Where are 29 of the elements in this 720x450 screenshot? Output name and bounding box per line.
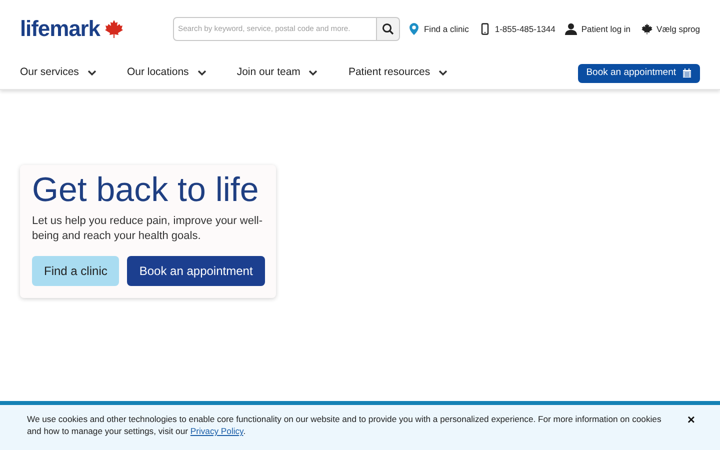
utility-link[interactable]: Find a clinic — [408, 22, 469, 36]
close-button[interactable]: × — [687, 413, 695, 426]
utility-link[interactable]: Vælg sprog — [640, 22, 700, 36]
chevron-down-icon — [438, 68, 448, 78]
person-icon — [565, 23, 578, 35]
nav-menu-item[interactable]: Join our team — [236, 65, 318, 81]
find-clinic-button[interactable]: Find a clinic — [32, 256, 120, 286]
cookie-notice-text: We use cookies and other technologies to enable core functionality on our website and to provide you with a personalized experience. For more information on cookies and how to manage your settings, visit our Privacy Policy. — [27, 413, 662, 437]
chevron-down-icon — [308, 68, 318, 78]
logo-wordmark[interactable]: lifemark — [20, 18, 100, 40]
maple-leaf-icon — [104, 19, 124, 39]
hero-title: Get back to life — [32, 171, 260, 210]
privacy-policy-link[interactable]: Privacy Policy — [190, 426, 244, 436]
chevron-down-icon — [196, 68, 207, 78]
book-appointment-button[interactable]: Book an appointment — [578, 64, 700, 82]
chevron-down-icon — [86, 68, 97, 78]
utility-link[interactable]: Patient log in — [565, 22, 631, 36]
search-button[interactable] — [377, 17, 400, 41]
phone-icon — [478, 23, 491, 35]
nav-menu-item[interactable]: Our services — [20, 65, 97, 81]
maple-leaf-icon — [640, 23, 653, 35]
nav-menu-item[interactable]: Patient resources — [348, 65, 448, 81]
hero-text: Let us help you reduce pain, improve your well-being and reach your health goals. — [32, 214, 264, 244]
calendar-icon — [682, 68, 692, 78]
search-icon — [382, 23, 394, 35]
utility-link[interactable]: 1-855-485-1344 — [478, 22, 556, 36]
book-appointment-button[interactable]: Book an appointment — [127, 256, 265, 286]
nav-menu-item[interactable]: Our locations — [126, 65, 207, 81]
map-pin-icon — [408, 23, 420, 35]
